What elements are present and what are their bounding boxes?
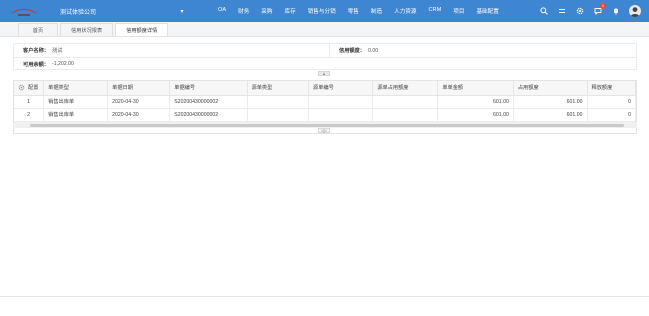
cell-src-type [247, 108, 310, 122]
grid-settings-header[interactable]: 配置 [14, 81, 45, 96]
nav-basic-config[interactable]: 基础配置 [470, 7, 504, 15]
available-balance-label: 可用余额： [23, 61, 49, 68]
company-dropdown-icon[interactable]: ▾ [176, 8, 188, 15]
row-index: 2 [14, 108, 45, 122]
menu-icon[interactable] [557, 7, 566, 16]
tab-credit-detail[interactable]: 信用额度详情 [115, 23, 169, 36]
col-released[interactable]: 释放额度 [587, 81, 636, 96]
tab-home[interactable]: 首页 [18, 23, 58, 36]
avatar[interactable] [629, 5, 641, 17]
settings-label: 配置 [28, 85, 39, 92]
settings-gear-icon[interactable] [18, 84, 25, 91]
cell-doc-date: 2020-04-30 [107, 95, 171, 109]
main-nav: OA 财务 采购 库存 销售与分销 零售 制造 人力资源 CRM 项目 基础配置 [212, 7, 505, 15]
credit-limit-label: 信用额度： [339, 48, 365, 54]
cell-src-type [247, 95, 310, 109]
bell-icon[interactable] [611, 7, 620, 16]
nav-purchase[interactable]: 采购 [255, 7, 278, 15]
nav-sales[interactable]: 销售与分销 [302, 7, 342, 15]
nav-crm[interactable]: CRM [422, 7, 447, 15]
cell-doc-date: 2020-04-30 [107, 108, 171, 122]
company-name[interactable]: 测试体验公司 [60, 7, 166, 16]
grid-resize-handle-icon[interactable]: ◁▷ [318, 128, 330, 133]
cell-occupied: 601.00 [513, 95, 588, 109]
customer-label: 客户名称： [23, 48, 49, 54]
row-index: 1 [14, 95, 45, 109]
cell-doc-type: 销售出库单 [43, 108, 109, 122]
horizontal-scrollbar-thumb[interactable] [30, 124, 624, 127]
cell-src-code [308, 108, 374, 122]
nav-retail[interactable]: 零售 [342, 7, 365, 15]
cell-src-amount [372, 108, 439, 122]
nav-finance[interactable]: 财务 [232, 7, 255, 15]
notification-badge: 1 [600, 2, 606, 9]
chat-icon[interactable]: 1 [593, 2, 606, 16]
cell-amount: 601.00 [437, 108, 514, 122]
col-doc-type[interactable]: 单据类型 [43, 81, 109, 96]
nav-hr[interactable]: 人力资源 [388, 7, 422, 15]
nav-oa[interactable]: OA [212, 7, 232, 15]
cell-src-code [308, 95, 374, 109]
cell-doc-code: S20200430000002 [169, 108, 248, 122]
table-row[interactable]: 2 销售出库单 2020-04-30 S20200430000002 601.0… [14, 108, 636, 122]
cell-occupied: 601.00 [513, 108, 588, 122]
customer-info-panel: 客户名称： 测试 信用额度： 0.00 可用余额： -1,202.00 [13, 43, 637, 70]
cell-doc-type: 销售出库单 [43, 95, 109, 109]
cell-released: 0 [587, 108, 636, 122]
col-src-amount[interactable]: 源单占用额度 [372, 81, 439, 96]
logo-icon [11, 8, 37, 16]
cell-amount: 601.00 [437, 95, 514, 109]
col-src-type[interactable]: 源单类型 [247, 81, 310, 96]
search-icon[interactable] [539, 7, 548, 16]
cell-doc-code: S20200430000002 [169, 95, 248, 109]
available-balance-value: -1,202.00 [52, 61, 74, 67]
table-row[interactable]: 1 销售出库单 2020-04-30 S20200430000002 601.0… [14, 95, 636, 109]
gear-icon[interactable] [575, 7, 584, 16]
tab-bar: 首页 信用状况报表 信用额度详情 [0, 22, 649, 37]
collapse-toggle-icon[interactable]: ▲ [318, 71, 330, 76]
cell-released: 0 [587, 95, 636, 109]
grid-header-row: 配置 单据类型 单据日期 单据编号 源单类型 源单编号 源单占用额度 单单金额 … [14, 81, 636, 96]
nav-manufacturing[interactable]: 制造 [365, 7, 388, 15]
logo[interactable] [0, 0, 48, 22]
footer-divider [0, 296, 649, 297]
tab-credit-report[interactable]: 信用状况报表 [60, 23, 114, 36]
nav-inventory[interactable]: 库存 [279, 7, 302, 15]
customer-value: 测试 [52, 48, 63, 54]
top-bar: 测试体验公司 ▾ OA 财务 采购 库存 销售与分销 零售 制造 人力资源 CR… [0, 0, 649, 22]
col-occupied[interactable]: 占用额度 [513, 81, 588, 96]
col-doc-code[interactable]: 单据编号 [169, 81, 248, 96]
cell-src-amount [372, 95, 439, 109]
nav-project[interactable]: 项目 [447, 7, 470, 15]
col-doc-date[interactable]: 单据日期 [107, 81, 171, 96]
credit-limit-value: 0.00 [368, 47, 379, 54]
col-amount[interactable]: 单单金额 [437, 81, 514, 96]
col-src-code[interactable]: 源单编号 [308, 81, 374, 96]
